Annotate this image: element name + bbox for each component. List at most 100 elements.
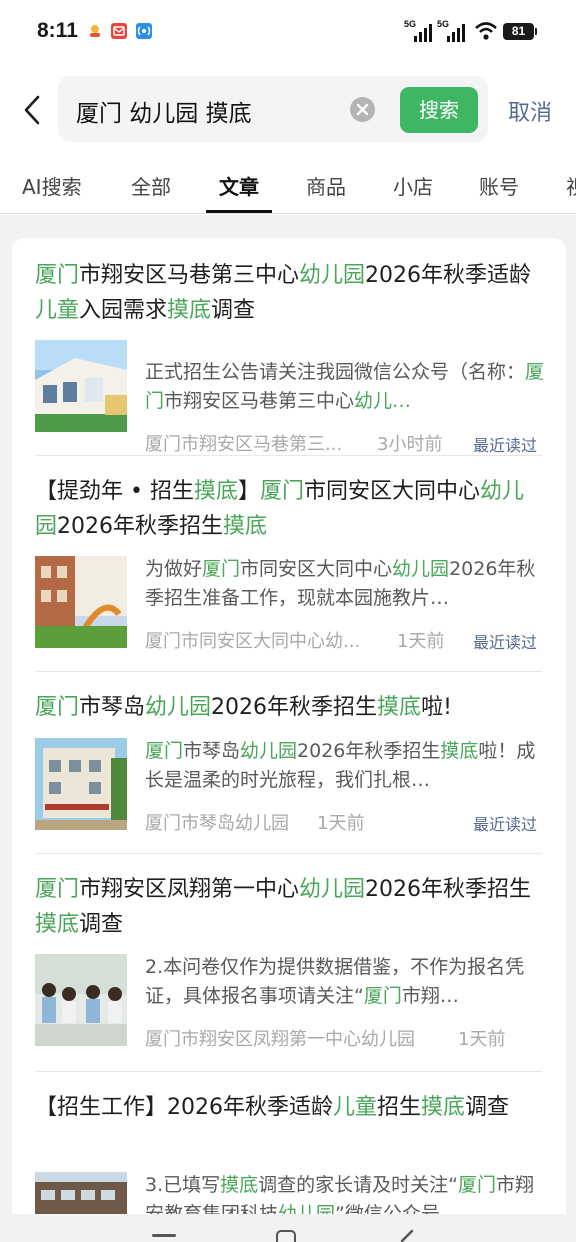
text-segment: 2026年秋季适龄 [365, 263, 532, 288]
divider [35, 455, 542, 456]
article-title[interactable]: 【招生工作】2026年秋季适龄儿童招生摸底调查 [35, 1090, 545, 1125]
text-segment: 2026年秋季招生 [211, 695, 378, 720]
text-segment: 2026年秋季招生 [365, 877, 532, 902]
list-item[interactable]: 【提劲年 • 招生摸底】厦门市同安区大同中心幼儿园2026年秋季招生摸底 为做好… [12, 474, 566, 674]
article-thumbnail [35, 738, 127, 830]
tab-ai-search[interactable]: AI搜索 [22, 171, 82, 200]
search-box[interactable]: 厦门 幼儿园 摸底 搜索 [58, 76, 488, 142]
tab-all[interactable]: 全部 [131, 171, 171, 200]
search-input[interactable]: 厦门 幼儿园 摸底 [76, 94, 252, 128]
article-title[interactable]: 【提劲年 • 招生摸底】厦门市同安区大同中心幼儿园2026年秋季招生摸底 [35, 474, 545, 544]
keyword-highlight: 摸底 [377, 695, 422, 720]
cancel-button[interactable]: 取消 [508, 95, 552, 127]
recently-read-badge: 最近读过 [473, 436, 538, 455]
article-summary: 为做好厦门市同安区大同中心幼儿园2026年秋季招生准备工作，现就本园施教片… [145, 555, 545, 613]
text-segment: 啦! [421, 695, 452, 720]
text-segment: 2026年秋季招生 [297, 740, 441, 762]
keyword-highlight: 摸底 [421, 1095, 466, 1120]
keyword-highlight: 厦门 [35, 695, 80, 720]
keyword-highlight: 摸底 [440, 740, 479, 762]
article-time: 1天前 [458, 1029, 506, 1050]
text-segment: 市琴岛 [79, 695, 146, 720]
text-segment: 市同安区大同中心 [304, 479, 481, 504]
text-segment: 调查 [79, 912, 124, 937]
keyword-highlight: 儿童 [35, 298, 80, 323]
keyword-highlight: 幼儿园 [240, 740, 298, 762]
keyword-highlight: 厦门 [35, 263, 80, 288]
tab-articles[interactable]: 文章 [219, 171, 259, 200]
back-nav-icon[interactable] [398, 1228, 418, 1242]
text-segment: 市琴岛 [183, 740, 241, 762]
article-summary: 2.本问卷仅作为提供数据借鉴，不作为报名凭证，具体报名事项请关注“厦门市翔… [145, 953, 545, 1011]
home-icon[interactable] [276, 1230, 296, 1242]
article-source: 厦门市翔安区马巷第三... [145, 434, 343, 455]
signal-icon: 5G [404, 19, 434, 42]
broadcast-notification-icon [136, 23, 152, 39]
article-thumbnail [35, 954, 127, 1046]
text-segment: 调查 [465, 1095, 510, 1120]
keyword-highlight: 厦门 [363, 985, 402, 1007]
divider [35, 853, 542, 854]
tab-videos[interactable]: 视 [566, 171, 576, 200]
text-segment: 】 [237, 479, 260, 504]
article-summary: 正式招生公告请关注我园微信公众号（名称：厦门市翔安区马巷第三中心幼儿… [145, 358, 545, 416]
mail-notification-icon [111, 23, 127, 39]
back-arrow-icon [24, 95, 40, 125]
app-notification-icon [87, 23, 103, 39]
article-time: 3小时前 [377, 434, 443, 455]
text-segment: 市同安区大同中心 [240, 558, 393, 580]
keyword-highlight: 厦门 [260, 479, 305, 504]
article-source: 厦门市同安区大同中心幼... [145, 631, 361, 652]
keyword-highlight: 幼儿园 [299, 877, 366, 902]
list-item[interactable]: 厦门市翔安区马巷第三中心幼儿园2026年秋季适龄儿童入园需求摸底调查 正式招生公… [12, 258, 566, 458]
text-segment: 市翔安区马巷第三中心 [79, 263, 300, 288]
category-tabs: AI搜索 全部 文章 商品 小店 账号 视 [0, 160, 576, 214]
battery-icon: 81 [503, 23, 537, 40]
divider [35, 671, 542, 672]
list-item[interactable]: 厦门市翔安区凤翔第一中心幼儿园 2026年秋季招生摸底调查 2.本问卷仅作为提供数… [12, 872, 566, 1072]
text-segment: 正式招生公告请关注我园微信公众号（名称： [145, 361, 526, 383]
status-bar: 8:11 5G 5G 81 [0, 0, 576, 64]
recently-read-badge: 最近读过 [473, 633, 538, 652]
text-segment: 【招生工作】2026年秋季适龄 [35, 1095, 333, 1120]
close-icon [356, 103, 369, 116]
results-list: 厦门市翔安区马巷第三中心幼儿园2026年秋季适龄儿童入园需求摸底调查 正式招生公… [12, 238, 566, 1238]
sim1-label: 5G [404, 19, 417, 29]
keyword-highlight: 儿童 [333, 1095, 378, 1120]
list-item[interactable]: 厦门市琴岛幼儿园2026年秋季招生摸底啦! 厦门市琴岛幼儿园2026年秋季招生摸… [12, 690, 566, 855]
system-navigation-bar [0, 1214, 576, 1242]
text-segment: 调查 [211, 298, 256, 323]
article-title[interactable]: 厦门市翔安区凤翔第一中心幼儿园2026年秋季招生摸底调查 [35, 872, 545, 942]
tab-shops[interactable]: 小店 [393, 171, 433, 200]
keyword-highlight: 幼儿… [354, 390, 412, 412]
status-time: 8:11 [37, 19, 78, 42]
keyword-highlight: 幼儿园 [299, 263, 366, 288]
text-segment: 3.已填写 [145, 1174, 221, 1196]
text-segment: 2.本问卷仅作为提供数据借鉴，不作为报名凭证，具体报名事项请关注“ [145, 956, 525, 1007]
keyword-highlight: 厦门 [35, 877, 80, 902]
text-segment: 招生 [377, 1095, 422, 1120]
back-button[interactable] [18, 92, 48, 128]
text-segment: 为做好 [145, 558, 203, 580]
keyword-highlight: 厦门 [202, 558, 241, 580]
clear-search-button[interactable] [350, 97, 375, 122]
signal-icon: 5G [437, 19, 467, 42]
tab-accounts[interactable]: 账号 [479, 171, 519, 200]
keyword-highlight: 幼儿园 [392, 558, 450, 580]
keyword-highlight: 幼儿园 [145, 695, 212, 720]
menu-icon[interactable] [152, 1234, 176, 1237]
text-segment: 入园需求 [79, 298, 168, 323]
search-button[interactable]: 搜索 [400, 87, 478, 133]
divider [0, 213, 576, 214]
tab-products[interactable]: 商品 [306, 171, 346, 200]
keyword-highlight: 厦门 [145, 740, 184, 762]
article-source: 厦门市翔安区凤翔第一中心幼儿园 [145, 1029, 415, 1050]
keyword-highlight: 摸底 [223, 514, 268, 539]
article-summary: 厦门市琴岛幼儿园2026年秋季招生摸底啦！成长是温柔的时光旅程，我们扎根… [145, 737, 545, 795]
article-title[interactable]: 厦门市翔安区马巷第三中心幼儿园2026年秋季适龄儿童入园需求摸底调查 [35, 258, 545, 328]
article-source: 厦门市琴岛幼儿园 [145, 813, 289, 834]
keyword-highlight: 摸底 [35, 912, 80, 937]
article-title[interactable]: 厦门市琴岛幼儿园2026年秋季招生摸底啦! [35, 690, 545, 725]
article-thumbnail [35, 556, 127, 648]
text-segment: 市翔… [401, 985, 459, 1007]
